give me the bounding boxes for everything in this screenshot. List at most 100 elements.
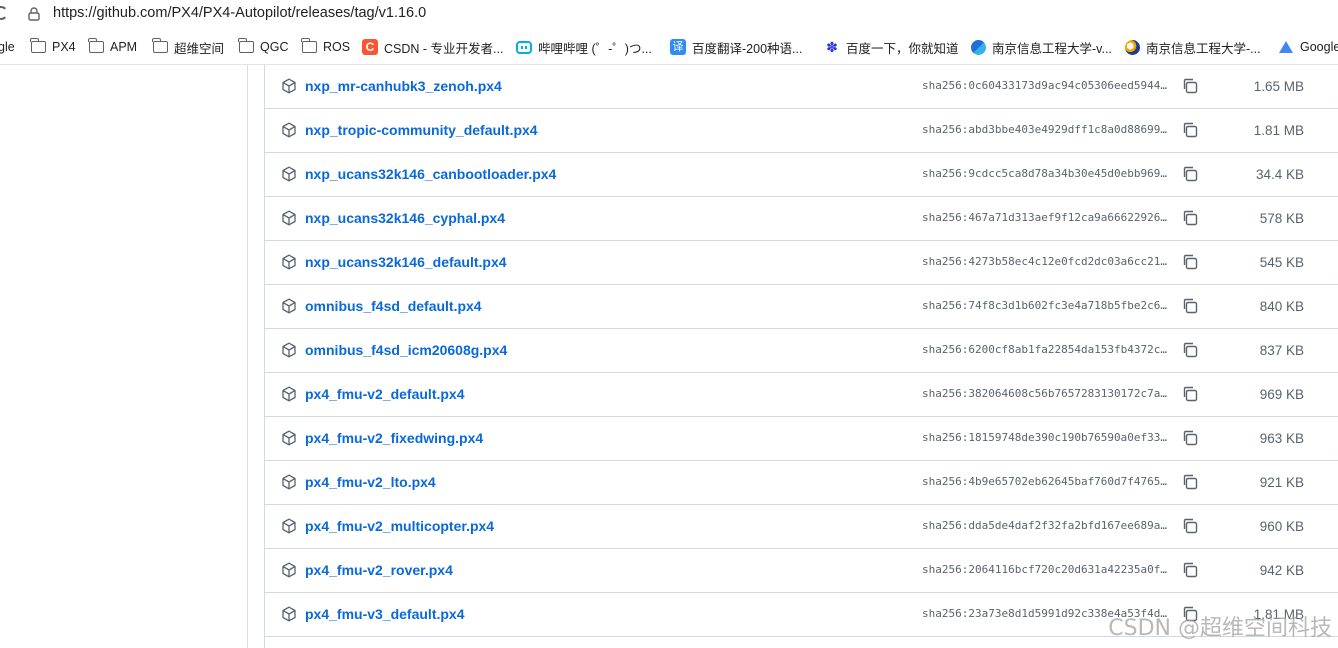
package-icon <box>281 122 297 138</box>
copy-icon[interactable] <box>1181 341 1199 359</box>
asset-row: nxp_ucans32k146_canbootloader.px4 sha256… <box>265 153 1338 197</box>
asset-size: 963 KB <box>1259 431 1304 446</box>
bookmark-baidu-translate[interactable]: 译 百度翻译-200种语... <box>670 30 802 64</box>
asset-size: 837 KB <box>1259 343 1304 358</box>
asset-row: nxp_tropic-community_default.px4 sha256:… <box>265 109 1338 153</box>
asset-download-link[interactable]: omnibus_f4sd_default.px4 <box>305 298 482 314</box>
watermark: CSDN @超维空间科技 <box>1108 616 1332 641</box>
asset-row: px4_fmu-v2_multicopter.px4 sha256:dda5de… <box>265 505 1338 549</box>
asset-row: omnibus_f4sd_icm20608g.px4 sha256:6200cf… <box>265 329 1338 373</box>
package-icon <box>281 606 297 622</box>
release-assets-list: nxp_mr-canhubk3_zenoh.px4 sha256:0c60433… <box>264 65 1338 648</box>
bookmark-qgc[interactable]: QGC <box>238 30 288 64</box>
package-icon <box>281 474 297 490</box>
asset-size: 34.4 KB <box>1255 167 1304 182</box>
copy-icon[interactable] <box>1181 253 1199 271</box>
reload-icon[interactable] <box>0 6 8 20</box>
bookmark-bilibili[interactable]: 哔哩哔哩 (゜-゜)つ... <box>516 30 652 64</box>
asset-size: 960 KB <box>1259 519 1304 534</box>
bookmark-nuist-1[interactable]: 南京信息工程大学-v... <box>970 30 1112 64</box>
asset-size: 545 KB <box>1259 255 1304 270</box>
bookmark-google[interactable]: Google <box>1278 30 1338 64</box>
asset-download-link[interactable]: px4_fmu-v2_fixedwing.px4 <box>305 430 483 446</box>
asset-row: px4_fmu-v2_rover.px4 sha256:2064116bcf72… <box>265 549 1338 593</box>
copy-icon[interactable] <box>1181 77 1199 95</box>
bookmark-baidu[interactable]: ✽ 百度一下，你就知道 <box>824 30 959 64</box>
package-icon <box>281 298 297 314</box>
asset-size: 840 KB <box>1259 299 1304 314</box>
baidu-icon: ✽ <box>826 39 838 55</box>
package-icon <box>281 386 297 402</box>
asset-size: 578 KB <box>1259 211 1304 226</box>
bookmarks-bar: gle PX4 APM 超维空间 QGC ROS C CSDN - 专业开发者.… <box>0 30 1338 65</box>
asset-row: nxp_ucans32k146_default.px4 sha256:4273b… <box>265 241 1338 285</box>
asset-row: px4_fmu-v2_default.px4 sha256:382064608c… <box>265 373 1338 417</box>
bookmark-chaowei[interactable]: 超维空间 <box>152 30 224 64</box>
asset-sha256: sha256:18159748de390c190b76590a0ef33… <box>922 431 1168 444</box>
bilibili-icon <box>516 39 532 55</box>
copy-icon[interactable] <box>1181 517 1199 535</box>
asset-download-link[interactable]: px4_fmu-v3_default.px4 <box>305 606 465 622</box>
folder-icon <box>238 38 254 55</box>
copy-icon[interactable] <box>1181 209 1199 227</box>
bookmark-label: APM <box>110 40 138 54</box>
package-icon <box>281 78 297 94</box>
asset-sha256: sha256:382064608c56b7657283130172c7a… <box>922 387 1168 400</box>
asset-sha256: sha256:9cdcc5ca8d78a34b30e45d0ebb969… <box>922 167 1168 180</box>
asset-download-link[interactable]: px4_fmu-v2_lto.px4 <box>305 474 436 490</box>
asset-size: 969 KB <box>1259 387 1304 402</box>
copy-icon[interactable] <box>1181 473 1199 491</box>
bookmark-px4[interactable]: PX4 <box>30 30 76 64</box>
copy-icon[interactable] <box>1181 385 1199 403</box>
google-icon <box>1278 39 1294 55</box>
asset-download-link[interactable]: nxp_ucans32k146_cyphal.px4 <box>305 210 505 226</box>
nuist-icon <box>1124 39 1140 55</box>
asset-download-link[interactable]: px4_fmu-v2_rover.px4 <box>305 562 453 578</box>
bookmark-ros[interactable]: ROS <box>301 30 350 64</box>
copy-icon[interactable] <box>1181 297 1199 315</box>
bookmark-label: 南京信息工程大学-... <box>1146 41 1261 56</box>
copy-icon[interactable] <box>1181 429 1199 447</box>
bookmark-label: 南京信息工程大学-v... <box>992 41 1112 56</box>
bookmark-label: ROS <box>323 40 351 54</box>
bookmark-label: 超维空间 <box>174 41 225 56</box>
address-bar: https://github.com/PX4/PX4-Autopilot/rel… <box>0 0 1338 30</box>
asset-download-link[interactable]: px4_fmu-v2_default.px4 <box>305 386 465 402</box>
asset-sha256: sha256:0c60433173d9ac94c05306eed5944… <box>922 79 1168 92</box>
copy-icon[interactable] <box>1181 165 1199 183</box>
bookmark-csdn[interactable]: C CSDN - 专业开发者... <box>362 30 503 64</box>
folder-icon <box>301 38 317 55</box>
bookmark-label: Google <box>1300 40 1338 54</box>
asset-sha256: sha256:4273b58ec4c12e0fcd2dc03a6cc21… <box>922 255 1168 268</box>
asset-download-link[interactable]: nxp_ucans32k146_canbootloader.px4 <box>305 166 556 182</box>
bookmark-label: QGC <box>260 40 289 54</box>
folder-icon <box>30 38 46 55</box>
asset-size: 1.65 MB <box>1253 79 1304 94</box>
package-icon <box>281 342 297 358</box>
asset-row: px4_fmu-v2_fixedwing.px4 sha256:18159748… <box>265 417 1338 461</box>
bookmark-label: PX4 <box>52 40 76 54</box>
asset-download-link[interactable]: px4_fmu-v2_multicopter.px4 <box>305 518 494 534</box>
copy-icon[interactable] <box>1181 561 1199 579</box>
asset-row: px4_fmu-v2_lto.px4 sha256:4b9e65702eb626… <box>265 461 1338 505</box>
bookmark-google-partial[interactable]: gle <box>0 30 15 64</box>
package-icon <box>281 430 297 446</box>
asset-download-link[interactable]: nxp_ucans32k146_default.px4 <box>305 254 507 270</box>
asset-sha256: sha256:467a71d313aef9f12ca9a66622926… <box>922 211 1168 224</box>
package-icon <box>281 210 297 226</box>
folder-icon <box>152 38 168 55</box>
asset-download-link[interactable]: nxp_mr-canhubk3_zenoh.px4 <box>305 78 502 94</box>
bookmark-nuist-2[interactable]: 南京信息工程大学-... <box>1124 30 1261 64</box>
csdn-icon: C <box>362 39 378 55</box>
site-info-icon[interactable] <box>26 6 42 22</box>
bookmark-apm[interactable]: APM <box>88 30 137 64</box>
bookmark-label: gle <box>0 40 15 54</box>
baidu-translate-icon: 译 <box>670 39 686 55</box>
copy-icon[interactable] <box>1181 121 1199 139</box>
bookmark-label: 百度一下，你就知道 <box>846 41 959 56</box>
asset-download-link[interactable]: nxp_tropic-community_default.px4 <box>305 122 538 138</box>
asset-size: 942 KB <box>1259 563 1304 578</box>
nuist-icon <box>970 39 986 55</box>
asset-download-link[interactable]: omnibus_f4sd_icm20608g.px4 <box>305 342 507 358</box>
url-field[interactable]: https://github.com/PX4/PX4-Autopilot/rel… <box>53 5 426 21</box>
